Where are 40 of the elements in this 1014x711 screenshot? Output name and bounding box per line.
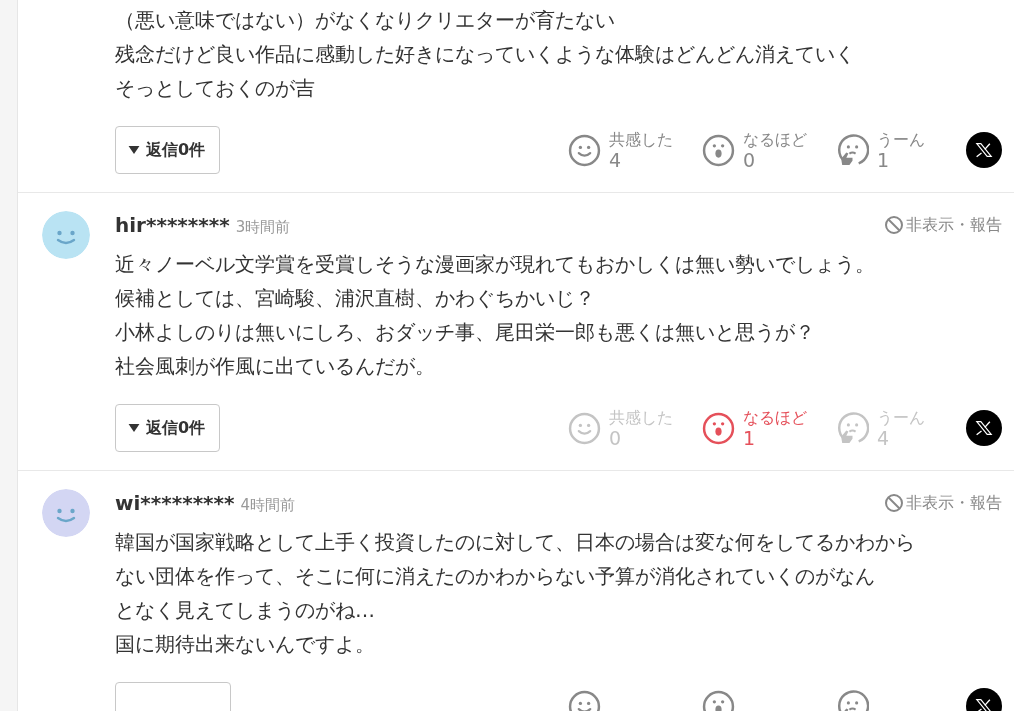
share-button[interactable] [966, 410, 1002, 446]
share-button[interactable] [966, 132, 1002, 168]
comment-text: 韓国が国家戦略として上手く投資したのに対して、日本の場合は変な何をしてるかわから [115, 529, 916, 556]
comment-text: 候補としては、宮崎駿、浦沢直樹、かわぐちかいじ？ [115, 285, 596, 312]
x-icon [975, 419, 993, 437]
smile-face-icon [568, 133, 601, 167]
x-icon [975, 141, 993, 159]
comment-text: 小林よしのりは無いにしろ、おダッチ事、尾田栄一郎も悪くは無いと思うが？ [115, 319, 816, 346]
user-name: hir******** [115, 213, 230, 237]
post-time: 4時間前 [240, 495, 295, 515]
reaction-button[interactable]: なるほど 1 [702, 407, 818, 449]
comment-text: ない団体を作って、そこに何に消えたのかわからない予算が消化されていくのがなん [115, 563, 876, 590]
reaction-button[interactable]: 共感した 4 [568, 129, 684, 171]
post-time: 3時間前 [235, 217, 291, 237]
comment-text: 国に期待出来ないんですよ。 [115, 631, 376, 658]
thinking-face-icon [836, 411, 869, 445]
comment-text: となく見えてしまうのがね… [115, 597, 376, 624]
surprised-face-icon [702, 133, 735, 167]
comment-text: （悪い意味ではない）がなくなりクリエターが育たない [115, 7, 616, 34]
prohibited-icon [884, 215, 904, 235]
smile-face-icon [568, 411, 601, 445]
caret-icon [128, 145, 140, 155]
reply-button[interactable]: 返信0件 [115, 126, 221, 174]
avatar-icon [42, 211, 90, 259]
hide-report-link[interactable]: 非表示・報告 [884, 492, 1002, 514]
comment-text: 近々ノーベル文学賞を受賞しそうな漫画家が現れてもおかしくは無い勢いでしょう。 [115, 251, 876, 278]
hide-report-link[interactable]: 非表示・報告 [884, 214, 1002, 236]
caret-icon [128, 423, 140, 433]
comment-text: そっとしておくのが吉 [115, 75, 316, 102]
user-name: wi********* [115, 491, 235, 515]
avatar-icon [42, 489, 90, 537]
reaction-button[interactable]: なるほど 0 [702, 129, 818, 171]
comment-text: 残念だけど良い作品に感動した好きになっていくような体験はどんどん消えていく [115, 41, 856, 68]
reply-button[interactable]: 返信0件 [115, 404, 221, 452]
comment-text: 社会風刺が作風に出ているんだが。 [115, 353, 436, 380]
thinking-face-icon [836, 133, 869, 167]
surprised-face-icon [702, 411, 735, 445]
x-icon [975, 697, 993, 711]
reaction-button[interactable]: うーん 1 [836, 129, 952, 171]
prohibited-icon [884, 493, 904, 513]
